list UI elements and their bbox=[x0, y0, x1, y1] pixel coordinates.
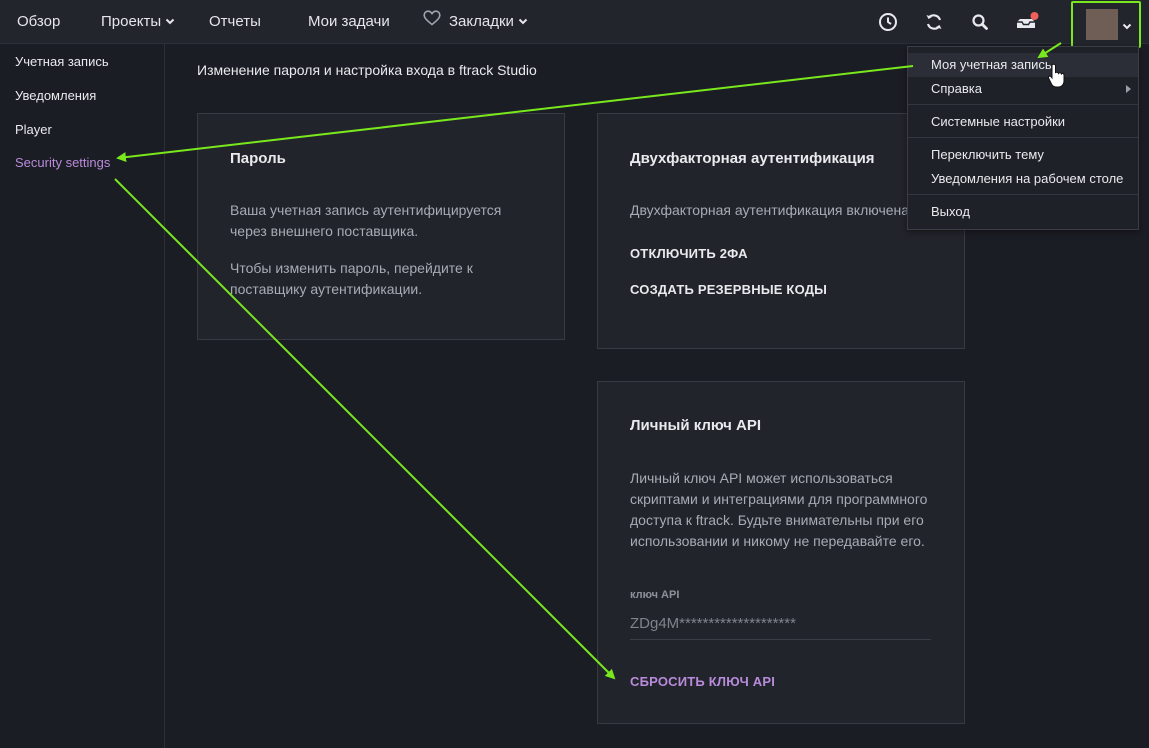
nav-my-tasks[interactable]: Мои задачи bbox=[308, 0, 390, 44]
api-key-field[interactable]: ZDg4M******************** bbox=[630, 613, 931, 640]
page-title: Изменение пароля и настройка входа в ftr… bbox=[197, 62, 537, 78]
sidebar-item-security-settings[interactable]: Security settings bbox=[15, 155, 110, 170]
avatar bbox=[1086, 9, 1118, 40]
menu-item-desktop-notifications[interactable]: Уведомления на рабочем столе bbox=[908, 167, 1138, 191]
nav-overview[interactable]: Обзор bbox=[17, 0, 60, 44]
menu-item-my-account[interactable]: Моя учетная запись bbox=[908, 53, 1138, 77]
nav-bookmarks-label: Закладки bbox=[449, 13, 514, 30]
top-navigation: Обзор Проекты Отчеты Мои задачи Закладки bbox=[0, 0, 1149, 48]
password-card-hint: Чтобы изменить пароль, перейдите к поста… bbox=[230, 260, 473, 297]
menu-item-logout[interactable]: Выход bbox=[908, 200, 1138, 224]
search-icon[interactable] bbox=[968, 10, 992, 34]
api-key-label: ключ API bbox=[630, 589, 680, 601]
sidebar-item-player[interactable]: Player bbox=[15, 122, 52, 137]
menu-item-help[interactable]: Справка bbox=[908, 77, 1138, 101]
password-card-text: Ваша учетная запись аутентифицируется че… bbox=[230, 202, 502, 239]
api-key-card: Личный ключ API Личный ключ API может ис… bbox=[597, 381, 965, 724]
nav-projects[interactable]: Проекты bbox=[101, 0, 175, 44]
api-key-card-title: Личный ключ API bbox=[630, 417, 762, 434]
chevron-down-icon bbox=[1122, 18, 1132, 36]
menu-item-system-settings[interactable]: Системные настройки bbox=[908, 110, 1138, 134]
chevron-down-icon bbox=[518, 0, 528, 44]
nav-reports[interactable]: Отчеты bbox=[209, 0, 261, 44]
chevron-right-icon bbox=[1126, 85, 1131, 93]
create-backup-codes-button[interactable]: СОЗДАТЬ РЕЗЕРВНЫЕ КОДЫ bbox=[630, 282, 827, 297]
clock-icon[interactable] bbox=[876, 10, 900, 34]
disable-2fa-button[interactable]: ОТКЛЮЧИТЬ 2ФА bbox=[630, 246, 748, 261]
settings-sidebar: Учетная запись Уведомления Player Securi… bbox=[0, 44, 165, 748]
sidebar-item-notifications[interactable]: Уведомления bbox=[15, 88, 96, 103]
user-dropdown-menu: Моя учетная запись Справка Системные нас… bbox=[907, 46, 1139, 230]
user-menu-button[interactable] bbox=[1071, 1, 1141, 48]
menu-divider bbox=[908, 137, 1138, 138]
menu-divider bbox=[908, 194, 1138, 195]
sync-icon[interactable] bbox=[922, 10, 946, 34]
inbox-icon[interactable] bbox=[1014, 10, 1042, 34]
password-card-title: Пароль bbox=[230, 150, 286, 167]
api-key-card-text: Личный ключ API может использоваться скр… bbox=[630, 470, 928, 549]
menu-divider bbox=[908, 104, 1138, 105]
sidebar-item-account[interactable]: Учетная запись bbox=[15, 54, 109, 69]
reset-api-key-button[interactable]: СБРОСИТЬ КЛЮЧ API bbox=[630, 674, 775, 689]
menu-item-switch-theme[interactable]: Переключить тему bbox=[908, 143, 1138, 167]
nav-bookmarks[interactable]: Закладки bbox=[423, 0, 528, 44]
menu-item-help-label: Справка bbox=[931, 81, 982, 96]
two-factor-card-title: Двухфакторная аутентификация bbox=[630, 150, 875, 167]
password-card: Пароль Ваша учетная запись аутентифициру… bbox=[197, 113, 565, 340]
chevron-down-icon bbox=[165, 0, 175, 44]
nav-projects-label: Проекты bbox=[101, 13, 162, 30]
heart-icon bbox=[423, 0, 441, 44]
